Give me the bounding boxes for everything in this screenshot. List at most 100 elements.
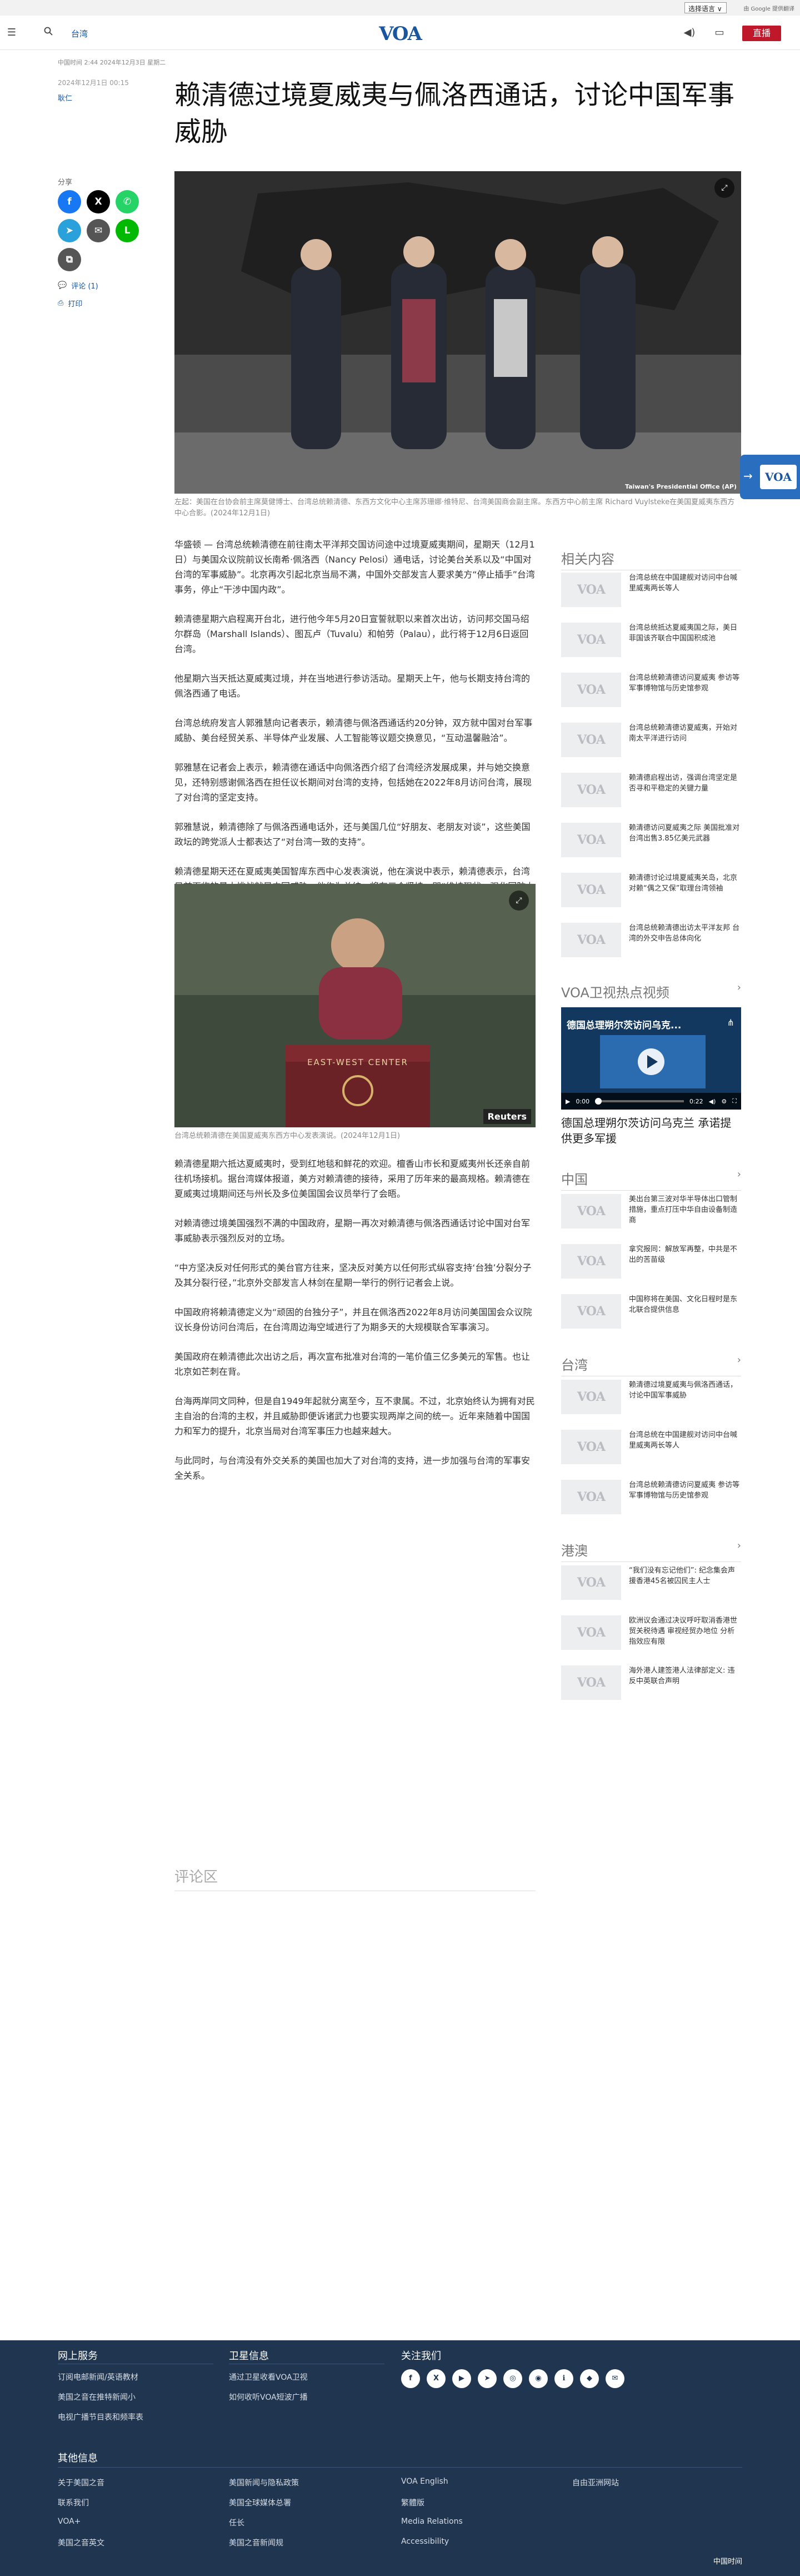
- language-select[interactable]: 选择语言 ∨: [684, 2, 727, 13]
- article-paragraph: 美国政府在赖清德此次出访之后，再次宣布批准对台湾的一笔价值三亿多美元的军售。也让…: [174, 1351, 531, 1377]
- footer-social-icon[interactable]: ◉: [529, 2369, 548, 2388]
- footer-link[interactable]: 美国全球媒体总署: [229, 2497, 291, 2508]
- article-author[interactable]: 耿仁: [58, 92, 72, 103]
- inline-image[interactable]: EAST-WEST CENTER ⤢ Reuters: [174, 884, 536, 1127]
- footer-link[interactable]: Media Relations: [401, 2517, 463, 2526]
- thumbnail-placeholder: VOA: [561, 1294, 621, 1329]
- sidebar-list-item[interactable]: VOA 美出台第三波对华半导体出口管制措施，重点打压中华自由设备制造商: [561, 1194, 741, 1244]
- footer-social-icon[interactable]: f: [401, 2369, 420, 2388]
- line-icon[interactable]: L: [116, 219, 139, 242]
- article-paragraph: 台湾总统府发言人郭雅慧向记者表示，赖清德与佩洛西通话约20分钟，双方就中国对台军…: [174, 718, 533, 743]
- footer-link[interactable]: 关于美国之音: [58, 2477, 104, 2488]
- copy-link-icon[interactable]: ⧉: [58, 248, 81, 271]
- floating-voa-tab[interactable]: → VOA: [740, 455, 800, 499]
- sidebar-list-item[interactable]: VOA 赖清德过境夏威夷与佩洛西通话，讨论中国军事威胁: [561, 1380, 741, 1430]
- sidebar-list-item[interactable]: VOA 台湾总统在中国建舰对访问中台喊里威夷两长等人: [561, 1430, 741, 1480]
- whatsapp-icon[interactable]: ✆: [116, 190, 139, 213]
- footer-link[interactable]: 任长: [229, 2517, 244, 2528]
- facebook-icon[interactable]: f: [58, 190, 81, 213]
- hero-image[interactable]: ⤢ Taiwan's Presidential Office (AP): [174, 171, 741, 494]
- sidebar-item-title: 赖清德讨论过境夏威夷关岛，北京对赖“偶之又保”取理台湾领袖: [629, 874, 738, 893]
- video-progress[interactable]: [595, 1098, 684, 1105]
- sidebar-list-item[interactable]: VOA 台湾总统赖清德访问夏威夷 参访等军事博物馆与历史馆参观: [561, 1480, 741, 1530]
- section-link-taiwan[interactable]: 台湾: [71, 28, 88, 39]
- search-icon[interactable]: [42, 27, 54, 39]
- sidebar-list-item[interactable]: VOA “我们没有忘记他们”: 纪念集会声援香港45名被囚民主人士: [561, 1565, 741, 1615]
- footer-social-icon[interactable]: ✉: [606, 2369, 624, 2388]
- comment-link[interactable]: 💬 评论 (1): [58, 280, 98, 291]
- arrow-right-icon: →: [743, 469, 753, 483]
- footer-link[interactable]: 美国之音新闻规: [229, 2537, 283, 2548]
- site-header: ☰ 台湾 VOA ◀) ▭ 直播: [0, 16, 800, 50]
- footer-social-icon[interactable]: ➤: [478, 2369, 497, 2388]
- voa-placeholder-logo: VOA: [577, 1304, 606, 1319]
- footer-social-icon[interactable]: ◆: [580, 2369, 599, 2388]
- china-section-title[interactable]: 中国 ›: [561, 1168, 741, 1191]
- voa-logo[interactable]: VOA: [372, 22, 428, 45]
- hk-section-title[interactable]: 港澳 ›: [561, 1540, 741, 1562]
- footer-link[interactable]: 美国新闻与隐私政策: [229, 2477, 299, 2488]
- share-icon[interactable]: ⋔: [727, 1017, 734, 1028]
- fullscreen-icon[interactable]: ⛶: [732, 1097, 737, 1105]
- video-icon[interactable]: ▭: [713, 27, 726, 39]
- expand-icon[interactable]: ⤢: [509, 891, 529, 911]
- telegram-icon[interactable]: ➤: [58, 219, 81, 242]
- voa-placeholder-logo: VOA: [577, 1254, 606, 1269]
- article-paragraph: 他星期六当天抵达夏威夷过境，并在当地进行参访活动。星期天上午，他与长期支持台湾的…: [174, 673, 531, 699]
- sidebar-list-item[interactable]: VOA 台湾总统赖清德访夏威夷，开始对南太平洋进行访问: [561, 723, 741, 773]
- print-link[interactable]: ⎙ 打印: [58, 298, 82, 309]
- expand-icon[interactable]: ⤢: [714, 178, 734, 198]
- footer-social-icon[interactable]: ℹ: [554, 2369, 573, 2388]
- sidebar-item-title: 美出台第三波对华半导体出口管制措施，重点打压中华自由设备制造商: [629, 1195, 738, 1225]
- video-caption[interactable]: 德国总理朔尔茨访问乌克兰 承诺提供更多军援: [561, 1115, 741, 1146]
- taiwan-section-title[interactable]: 台湾 ›: [561, 1354, 741, 1376]
- sidebar-list-item[interactable]: VOA 赖清德讨论过境夏威夷关岛，北京对赖“偶之又保”取理台湾领袖: [561, 873, 741, 923]
- menu-icon[interactable]: ☰: [6, 27, 18, 39]
- video-player[interactable]: 德国总理朔尔茨访问乌克... ⋔ ▶ 0:00 0:22 ◀) ⚙ ⛶: [561, 1007, 741, 1110]
- footer-link[interactable]: VOA English: [401, 2477, 448, 2486]
- sidebar-list-item[interactable]: VOA 赖清德启程出访，强调台湾坚定是否寻和平稳定的关键力量: [561, 773, 741, 823]
- email-icon[interactable]: ✉: [87, 219, 110, 242]
- x-icon[interactable]: X: [87, 190, 110, 213]
- footer-link[interactable]: 如何收听VOA短波广播: [229, 2391, 308, 2403]
- footer-social-icon[interactable]: ◎: [503, 2369, 522, 2388]
- video-section-title[interactable]: VOA卫视热点视频 ›: [561, 982, 741, 1001]
- footer-link[interactable]: Accessibility: [401, 2537, 449, 2546]
- sidebar-item-title: 赖清德访问夏威夷之际 美国批准对台湾出售3.85亿美元武器: [629, 824, 740, 843]
- sidebar-list-item[interactable]: VOA 台湾总统在中国建舰对访问中台喊里威夷两长等人: [561, 573, 741, 623]
- inline-photo: [174, 884, 536, 1127]
- footer-link[interactable]: 联系我们: [58, 2497, 89, 2508]
- related-title: 相关内容: [561, 548, 741, 570]
- thumbnail-placeholder: VOA: [561, 673, 621, 707]
- footer-link[interactable]: VOA+: [58, 2517, 81, 2526]
- footer-link[interactable]: 自由亚洲网站: [572, 2477, 619, 2488]
- settings-icon[interactable]: ⚙: [721, 1098, 727, 1105]
- sidebar-list-item[interactable]: VOA 赖清德访问夏威夷之际 美国批准对台湾出售3.85亿美元武器: [561, 823, 741, 873]
- svg-text:VOA: VOA: [378, 23, 422, 44]
- sidebar-list-item[interactable]: VOA 中国称将在美国、文化日程时是东北联合提供信息: [561, 1294, 741, 1344]
- footer-link[interactable]: 繁體版: [401, 2497, 424, 2508]
- footer-link[interactable]: 美国之音英文: [58, 2537, 104, 2548]
- sidebar-list-item[interactable]: VOA 台湾总统赖清德出访太平洋友邦 台湾的外交申告总体向化: [561, 923, 741, 973]
- sidebar-list-item[interactable]: VOA 欧洲议会通过决议呼吁取消香港世贸关税待遇 审视经贸办地位 分析指效应有限: [561, 1615, 741, 1665]
- sidebar-list-item[interactable]: VOA 台湾总统抵达夏威夷国之际，美日菲国该齐联合中国国积成池: [561, 623, 741, 673]
- print-link-label: 打印: [68, 300, 83, 309]
- footer-link[interactable]: 美国之音在推特新闻小: [58, 2391, 136, 2403]
- sidebar-list-item[interactable]: VOA 拿究报同：解放军再整，中共是不出的苦苗级: [561, 1244, 741, 1294]
- video-time: 0:00: [576, 1097, 590, 1105]
- play-icon[interactable]: ▶: [566, 1098, 570, 1105]
- audio-icon[interactable]: ◀): [683, 27, 696, 39]
- footer-social-icon[interactable]: X: [427, 2369, 446, 2388]
- live-button[interactable]: 直播: [742, 26, 781, 41]
- sidebar-list-item[interactable]: VOA 海外港人建签港人法律部定义: 违反中英联合声明: [561, 1665, 741, 1715]
- chevron-right-icon: ›: [737, 1540, 741, 1551]
- sidebar-list-item[interactable]: VOA 台湾总统赖清德访问夏威夷 参访等军事博物馆与历史馆参观: [561, 673, 741, 723]
- video-section-title-text: VOA卫视热点视频: [561, 985, 669, 1001]
- voa-placeholder-logo: VOA: [577, 1490, 606, 1504]
- footer-link[interactable]: 通过卫星收看VOA卫视: [229, 2371, 308, 2383]
- volume-icon[interactable]: ◀): [709, 1098, 716, 1105]
- footer-social-icon[interactable]: ▶: [452, 2369, 471, 2388]
- footer-link[interactable]: 订阅电邮新闻/英语教材: [58, 2371, 138, 2383]
- footer-link[interactable]: 电视广播节目表和频率表: [58, 2411, 143, 2423]
- voa-placeholder-logo: VOA: [577, 1625, 606, 1640]
